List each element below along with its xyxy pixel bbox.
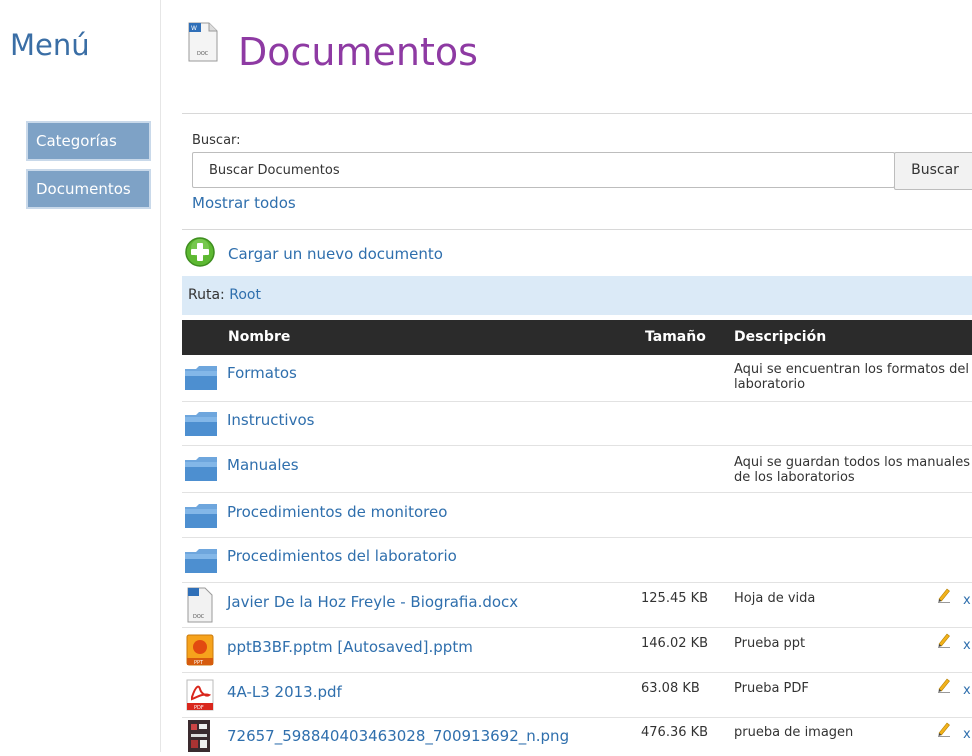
row-description: Aqui se encuentran los formatos del labo… [734,362,970,392]
upload-label: Cargar un nuevo documento [228,245,443,263]
doc-icon: W DOC [188,22,218,66]
divider [182,113,972,114]
folder-link[interactable]: Manuales [227,456,299,474]
breadcrumb-root-link[interactable]: Root [229,287,261,303]
table-row: Formatos Aqui se encuentran los formatos… [182,355,972,402]
table-row: 72657_598840403463028_700913692_n.png 47… [182,718,972,754]
file-size: 125.45 KB [641,591,709,606]
breadcrumb: Ruta: Root [182,276,972,315]
file-link[interactable]: pptB3BF.pptm [Autosaved].pptm [227,638,473,656]
svg-text:DOC: DOC [193,614,205,620]
add-icon [184,236,216,272]
folder-icon [184,503,218,533]
delete-button[interactable]: x [963,727,971,742]
sidebar-item-categorias[interactable]: Categorías [26,121,151,161]
file-link[interactable]: Javier De la Hoz Freyle - Biografia.docx [227,593,518,611]
table-row: Manuales Aqui se guardan todos los manua… [182,446,972,493]
sidebar: Menú Categorías Documentos [0,0,161,752]
row-description: Aqui se guardan todos los manuales de lo… [734,455,971,485]
file-link[interactable]: 4A-L3 2013.pdf [227,683,342,701]
search-label: Buscar: [192,133,241,148]
table-row: Procedimientos del laboratorio [182,538,972,583]
svg-text:PDF: PDF [194,705,204,711]
folder-icon [184,411,218,441]
folder-icon [184,456,218,486]
svg-text:PPT: PPT [194,660,204,666]
divider [182,229,972,230]
ppt-file-icon: PPT [186,634,214,670]
image-file-icon [188,720,210,756]
column-description[interactable]: Descripción [734,329,826,345]
page-title: Documentos [238,30,478,74]
breadcrumb-label: Ruta: [188,287,225,303]
sidebar-item-documentos[interactable]: Documentos [26,169,151,209]
upload-document-link[interactable]: Cargar un nuevo documento [184,236,443,272]
svg-text:DOC: DOC [197,51,209,57]
delete-button[interactable]: x [963,683,971,698]
main-content: W DOC Documentos Buscar: Buscar Mostrar … [182,0,972,752]
folder-icon [184,365,218,395]
delete-button[interactable]: x [963,593,971,608]
table-row: PPT pptB3BF.pptm [Autosaved].pptm 146.02… [182,628,972,673]
table-row: PDF 4A-L3 2013.pdf 63.08 KB Prueba PDF x [182,673,972,718]
file-size: 63.08 KB [641,681,700,696]
table-header: Nombre Tamaño Descripción [182,320,972,355]
search-button[interactable]: Buscar [894,152,972,190]
folder-link[interactable]: Formatos [227,364,297,382]
pdf-file-icon: PDF [186,679,214,715]
file-size: 476.36 KB [641,725,709,740]
pencil-icon[interactable] [937,721,951,741]
folder-link[interactable]: Procedimientos de monitoreo [227,503,447,521]
pencil-icon[interactable] [937,677,951,697]
search-input[interactable] [192,152,895,188]
table-row: DOC Javier De la Hoz Freyle - Biografia.… [182,583,972,628]
delete-button[interactable]: x [963,638,971,653]
column-name[interactable]: Nombre [228,329,290,345]
table-row: Procedimientos de monitoreo [182,493,972,538]
pencil-icon[interactable] [937,632,951,652]
svg-text:W: W [191,25,197,32]
table-row: Instructivos [182,402,972,446]
menu-title: Menú [10,28,90,62]
folder-icon [184,548,218,578]
column-size[interactable]: Tamaño [645,329,706,345]
pencil-icon[interactable] [937,587,951,607]
show-all-link[interactable]: Mostrar todos [192,194,296,212]
folder-link[interactable]: Instructivos [227,411,314,429]
file-size: 146.02 KB [641,636,709,651]
file-link[interactable]: 72657_598840403463028_700913692_n.png [227,727,569,745]
folder-link[interactable]: Procedimientos del laboratorio [227,547,457,565]
doc-file-icon: DOC [187,587,213,627]
